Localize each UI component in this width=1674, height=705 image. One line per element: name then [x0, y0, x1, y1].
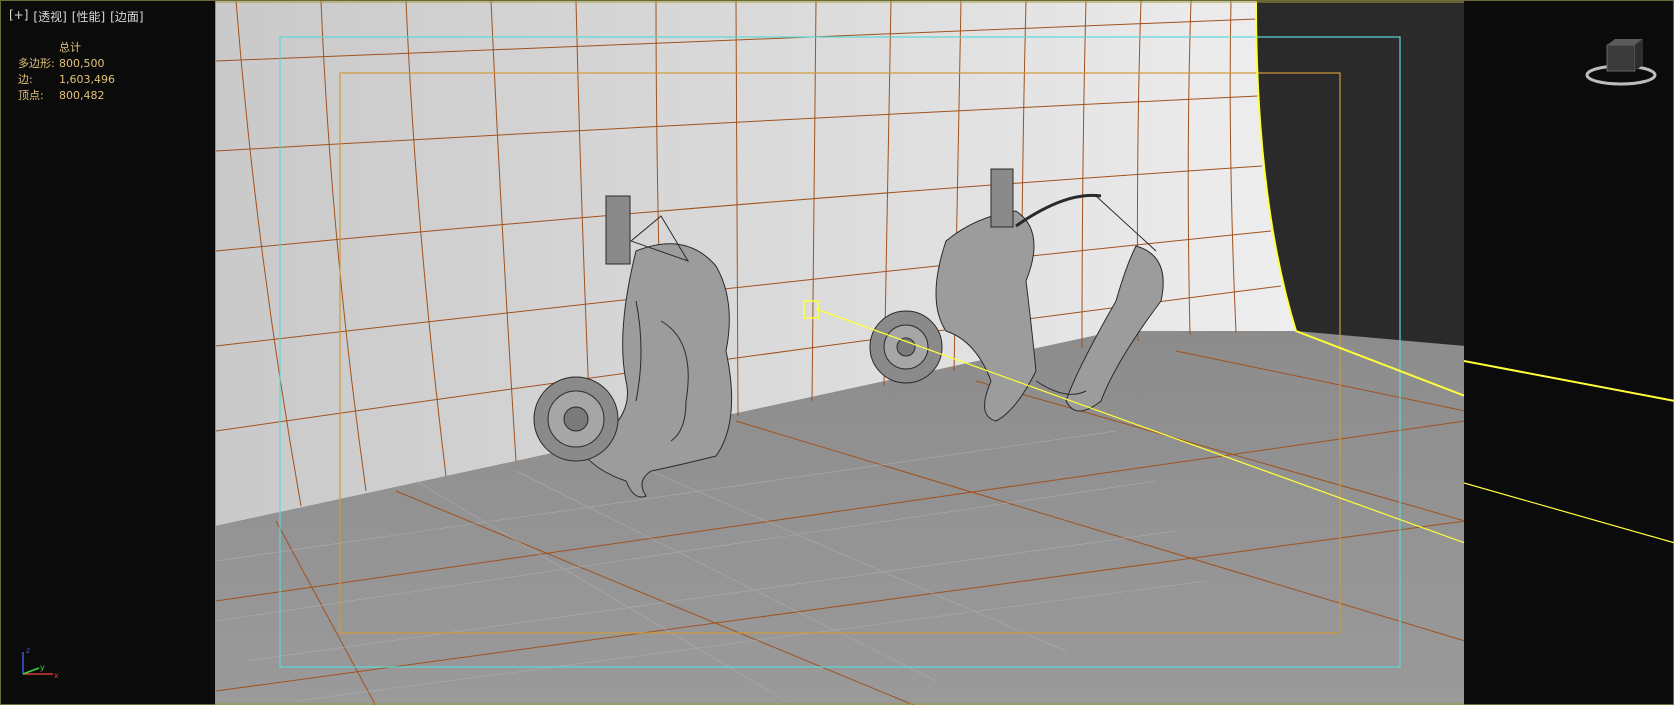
viewcube-icon[interactable]	[1583, 37, 1659, 87]
viewport-shading-menu[interactable]: [边面]	[110, 8, 143, 25]
stats-value: 800,482	[59, 89, 105, 102]
stats-key: 顶点:	[18, 89, 44, 102]
stats-row-polygons: 多边形: 800,500	[18, 56, 115, 72]
viewport-performance-menu[interactable]: [性能]	[72, 8, 105, 25]
selection-outline-extension	[1464, 360, 1674, 402]
axis-tripod-icon: z x y	[13, 644, 63, 684]
scene-canvas	[216, 1, 1464, 705]
right-strip	[1464, 360, 1674, 544]
stats-key: 边:	[18, 73, 33, 86]
stats-row-vertices: 顶点: 800,482	[18, 88, 115, 104]
light-line-extension	[1464, 482, 1674, 544]
viewport-frame[interactable]: [+] [透视] [性能] [边面] 总计 多边形: 800,500 边: 1,…	[0, 0, 1674, 705]
backdrop-outer	[1256, 1, 1464, 346]
perspective-scene[interactable]	[215, 1, 1464, 705]
stats-value: 1,603,496	[59, 73, 115, 86]
axis-x-label: x	[54, 671, 59, 680]
stats-value: 800,500	[59, 57, 105, 70]
viewport-plus-menu[interactable]: [+]	[9, 8, 28, 25]
axis-z-label: z	[26, 646, 30, 655]
stats-key: 多边形:	[18, 57, 55, 70]
scene-statistics: 总计 多边形: 800,500 边: 1,603,496 顶点: 800,482	[18, 40, 115, 104]
stats-row-edges: 边: 1,603,496	[18, 72, 115, 88]
stats-header: 总计	[59, 41, 81, 54]
viewport-menu[interactable]: [+] [透视] [性能] [边面]	[9, 8, 144, 25]
axis-y-label: y	[40, 663, 45, 672]
viewport-view-menu[interactable]: [透视]	[33, 8, 66, 25]
